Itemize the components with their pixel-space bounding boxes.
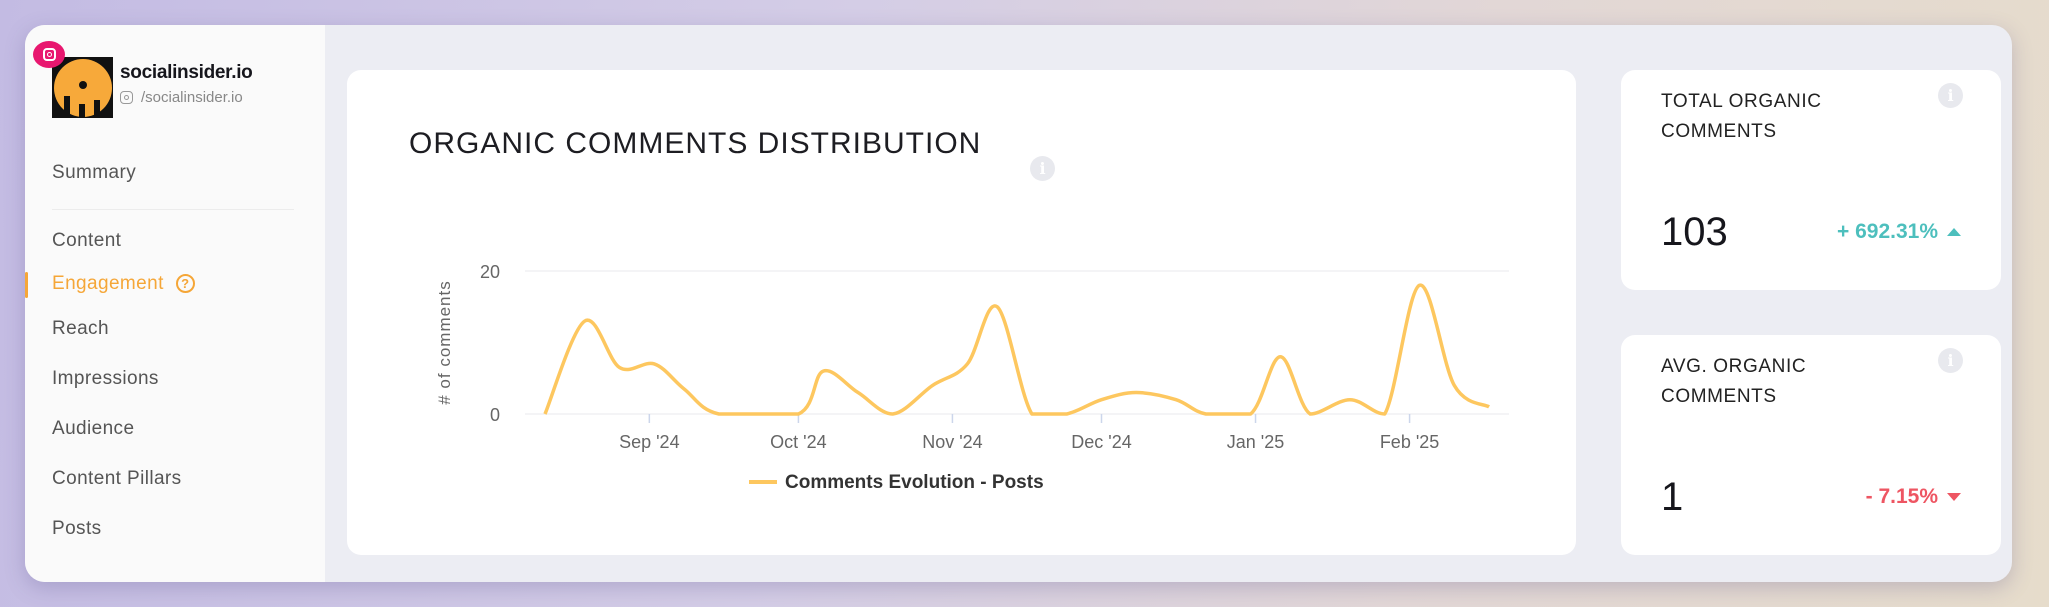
- stat-change: - 7.15%: [1866, 485, 1961, 509]
- avg-comments-card: AVG. ORGANIC COMMENTS i 1 - 7.15%: [1621, 335, 2001, 555]
- arrow-up-icon: [1947, 228, 1961, 236]
- legend[interactable]: Comments Evolution - Posts: [749, 472, 1044, 493]
- x-tick-label: Nov '24: [922, 432, 982, 452]
- sidebar-item-posts[interactable]: Posts: [52, 518, 102, 540]
- x-tick-label: Jan '25: [1227, 432, 1284, 452]
- sidebar: socialinsider.io /socialinsider.io Summa…: [25, 25, 325, 582]
- y-tick-label: 20: [480, 262, 500, 282]
- y-tick-label: 0: [490, 405, 500, 425]
- app-window: socialinsider.io /socialinsider.io Summa…: [25, 25, 2012, 582]
- x-tick-label: Feb '25: [1380, 432, 1439, 452]
- sidebar-item-engagement[interactable]: Engagement?: [52, 273, 195, 295]
- change-text: - 7.15%: [1865, 485, 1938, 508]
- info-icon[interactable]: i: [1938, 348, 1963, 373]
- account-handle[interactable]: /socialinsider.io: [120, 89, 243, 106]
- divider: [52, 209, 294, 210]
- stat-change: + 692.31%: [1837, 220, 1961, 244]
- instagram-icon: [33, 41, 65, 68]
- y-axis-label: # of comments: [435, 280, 454, 405]
- stat-value: 1: [1661, 475, 1684, 519]
- stat-title: TOTAL ORGANIC COMMENTS: [1661, 91, 1822, 142]
- active-indicator: [25, 272, 28, 298]
- account-handle-text: /socialinsider.io: [141, 89, 243, 106]
- sidebar-item-summary[interactable]: Summary: [52, 162, 136, 184]
- change-text: + 692.31%: [1836, 220, 1938, 243]
- sidebar-item-content[interactable]: Content: [52, 230, 121, 252]
- info-icon[interactable]: i: [1938, 83, 1963, 108]
- stat-value: 103: [1661, 210, 1728, 254]
- chart-card: ORGANIC COMMENTS DISTRIBUTION i # of com…: [347, 70, 1576, 555]
- help-icon[interactable]: ?: [175, 274, 195, 293]
- stat-title: AVG. ORGANIC COMMENTS: [1661, 356, 1807, 407]
- x-tick-label: Dec '24: [1071, 432, 1131, 452]
- account-name: socialinsider.io: [120, 62, 253, 83]
- sidebar-item-impressions[interactable]: Impressions: [52, 368, 159, 390]
- sidebar-item-content-pillars[interactable]: Content Pillars: [52, 468, 182, 490]
- sidebar-item-label: Engagement: [52, 273, 164, 294]
- series-line: [543, 283, 1490, 416]
- avatar[interactable]: [52, 57, 113, 118]
- total-comments-card: TOTAL ORGANIC COMMENTS i 103 + 692.31%: [1621, 70, 2001, 290]
- arrow-down-icon: [1947, 493, 1961, 501]
- sidebar-item-audience[interactable]: Audience: [52, 418, 134, 440]
- sidebar-item-reach[interactable]: Reach: [52, 318, 109, 340]
- line-chart: # of comments 0 20 Sep '24 Oct '24 Nov '24 De…: [435, 262, 1509, 493]
- x-tick-label: Sep '24: [619, 432, 680, 452]
- legend-label: Comments Evolution - Posts: [785, 472, 1044, 493]
- instagram-icon: [120, 91, 133, 104]
- x-tick-label: Oct '24: [770, 432, 826, 452]
